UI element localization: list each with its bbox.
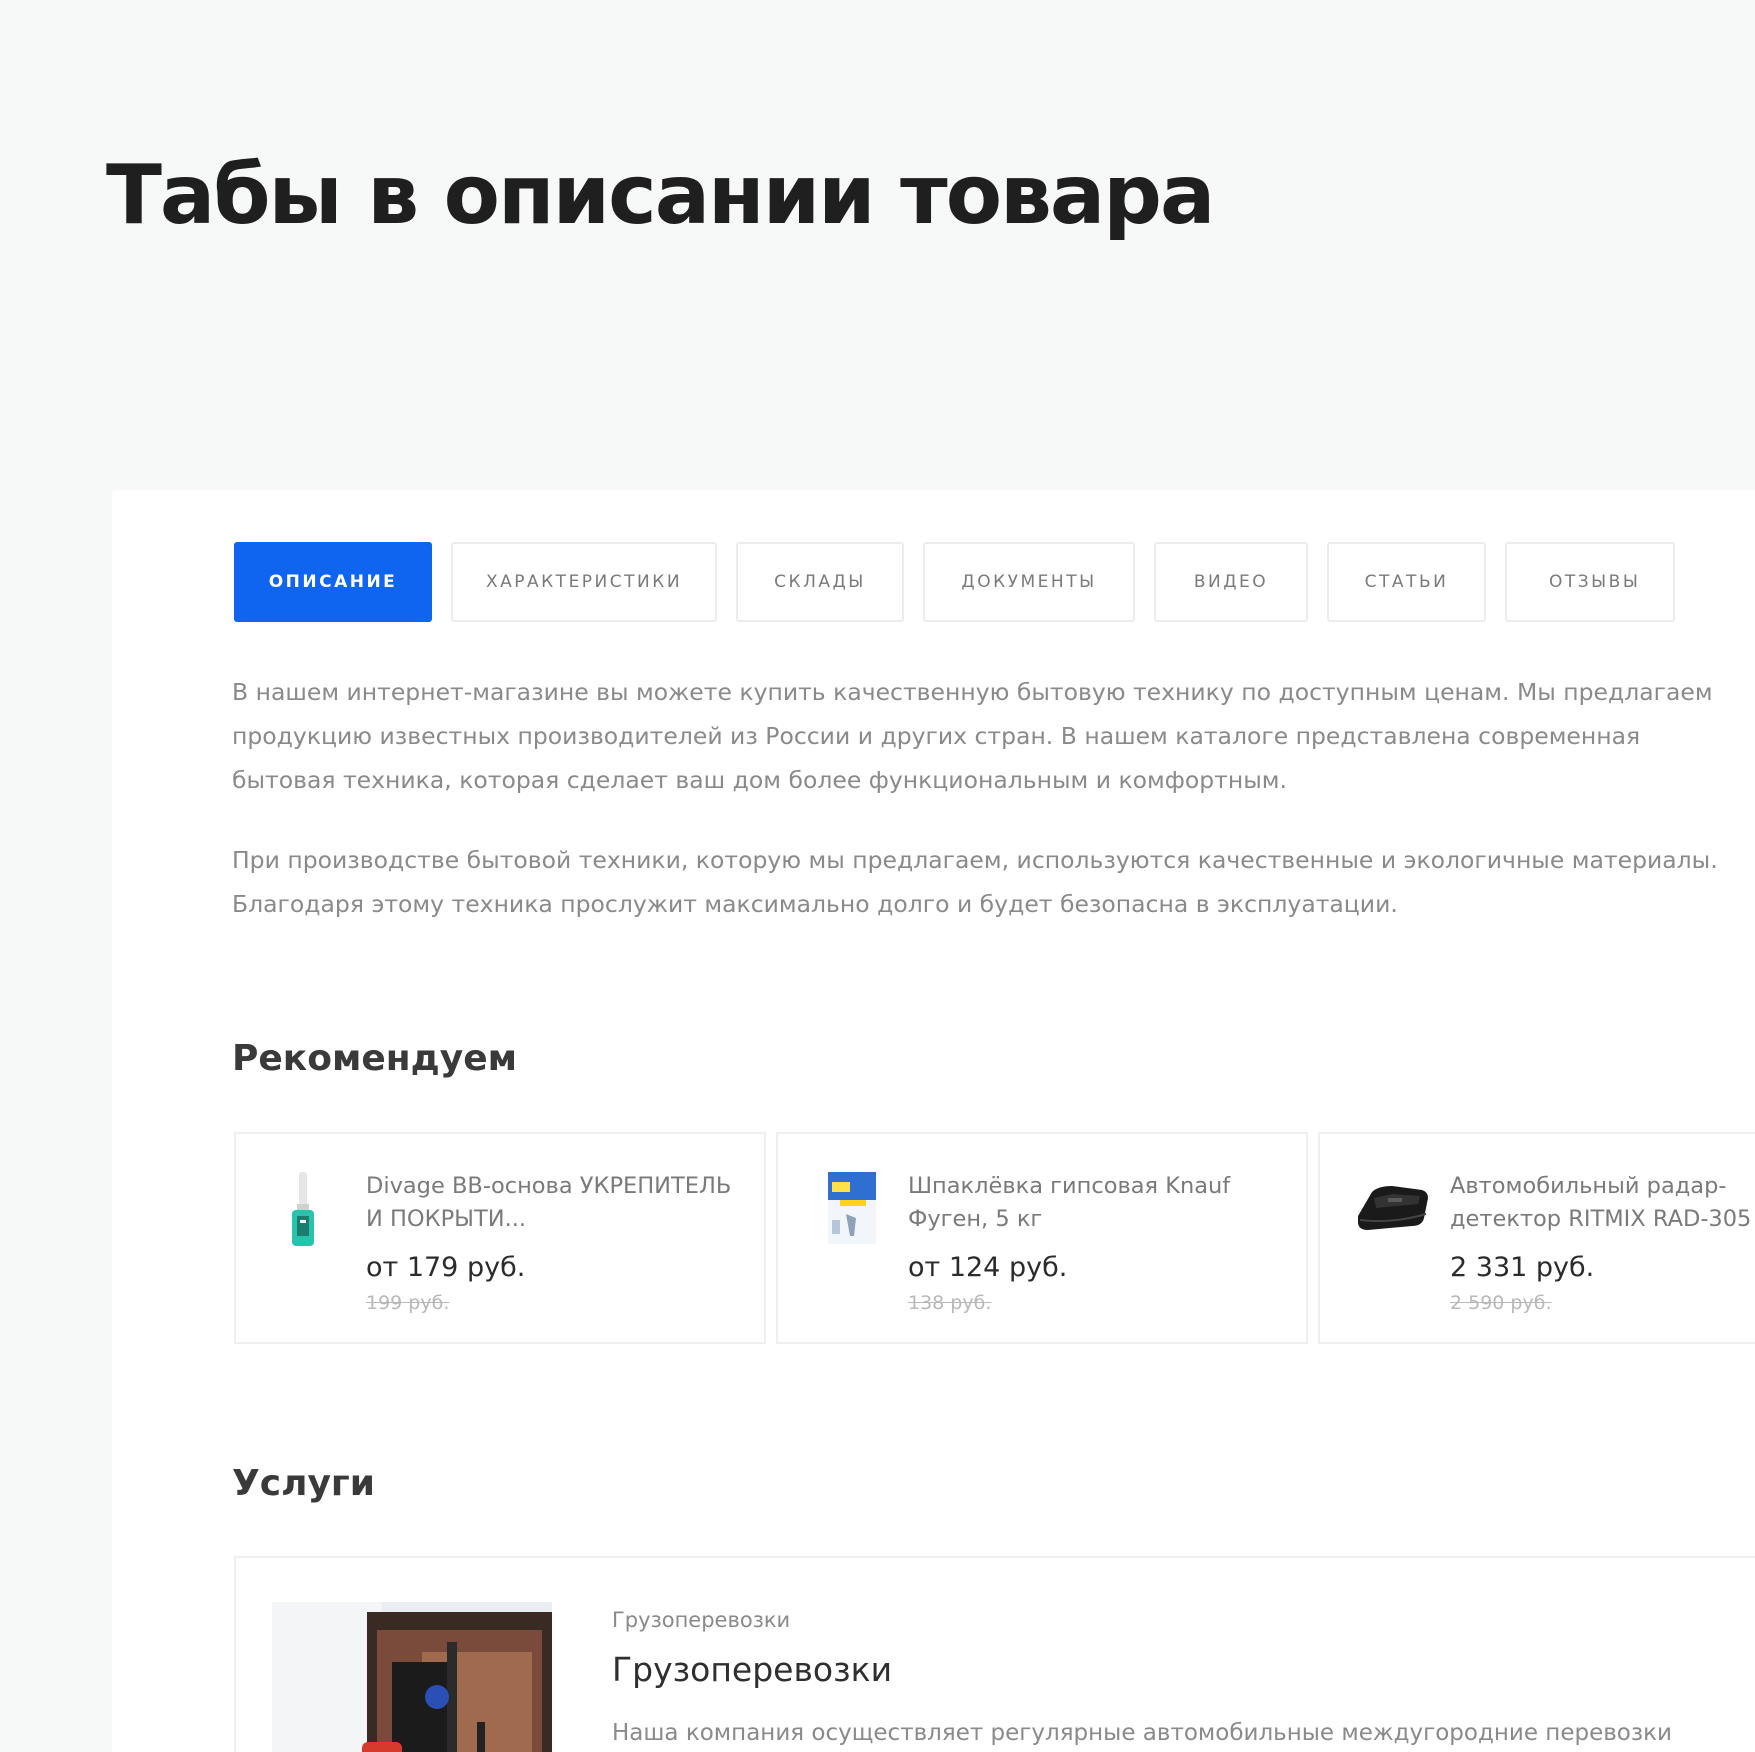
product-price: от 179 руб. xyxy=(366,1252,526,1283)
description-line: В нашем интернет-магазине вы можете купи… xyxy=(232,678,1713,706)
product-tabs-card: Описание Характеристики Склады Документы… xyxy=(112,490,1755,1752)
service-text: Наша компания осуществляет регулярные ав… xyxy=(612,1720,1672,1746)
tab-characteristics[interactable]: Характеристики xyxy=(451,542,717,622)
tab-description[interactable]: Описание xyxy=(234,542,432,622)
page-title: Табы в описании товара xyxy=(106,148,1215,243)
recommended-products: Divage BB-основа УКРЕПИТЕЛЬ И ПОКРЫТИ...… xyxy=(234,1132,1755,1344)
tab-articles[interactable]: Статьи xyxy=(1327,542,1486,622)
services-title: Услуги xyxy=(232,1463,375,1504)
service-category: Грузоперевозки xyxy=(612,1608,791,1632)
description-line: продукцию известных производителей из Ро… xyxy=(232,722,1641,750)
product-name[interactable]: Шпаклёвка гипсовая Knauf Фуген, 5 кг xyxy=(908,1170,1288,1236)
forklift-truck-icon[interactable] xyxy=(272,1602,552,1752)
product-card[interactable]: Divage BB-основа УКРЕПИТЕЛЬ И ПОКРЫТИ...… xyxy=(234,1132,766,1344)
product-old-price: 2 590 руб. xyxy=(1450,1292,1552,1314)
description-paragraph: В нашем интернет-магазине вы можете купи… xyxy=(232,670,1755,802)
product-name[interactable]: Divage BB-основа УКРЕПИТЕЛЬ И ПОКРЫТИ... xyxy=(366,1170,746,1236)
tab-documents[interactable]: Документы xyxy=(923,542,1135,622)
product-card[interactable]: Автомобильный радар-детектор RITMIX RAD-… xyxy=(1318,1132,1755,1344)
product-old-price: 199 руб. xyxy=(366,1292,450,1314)
service-name[interactable]: Грузоперевозки xyxy=(612,1650,892,1689)
service-card[interactable]: Грузоперевозки Грузоперевозки Наша компа… xyxy=(234,1556,1755,1752)
product-old-price: 138 руб. xyxy=(908,1292,992,1314)
radar-detector-icon[interactable] xyxy=(1352,1170,1428,1250)
tab-reviews[interactable]: Отзывы xyxy=(1505,542,1675,622)
description-line: Благодаря этому техника прослужит максим… xyxy=(232,890,1398,918)
putty-bag-icon[interactable] xyxy=(810,1170,880,1250)
tabs-bar: Описание Характеристики Склады Документы… xyxy=(234,542,1675,622)
product-price: от 124 руб. xyxy=(908,1252,1068,1283)
description-line: бытовая техника, которая сделает ваш дом… xyxy=(232,766,1287,794)
tab-warehouses[interactable]: Склады xyxy=(736,542,904,622)
tab-video[interactable]: Видео xyxy=(1154,542,1308,622)
recommended-title: Рекомендуем xyxy=(232,1038,518,1079)
description-line: При производстве бытовой техники, котору… xyxy=(232,846,1718,874)
description-text: В нашем интернет-магазине вы можете купи… xyxy=(232,670,1755,926)
product-card[interactable]: Шпаклёвка гипсовая Knauf Фуген, 5 кг от … xyxy=(776,1132,1308,1344)
nail-polish-icon[interactable] xyxy=(268,1170,338,1250)
product-name[interactable]: Автомобильный радар-детектор RITMIX RAD-… xyxy=(1450,1170,1755,1236)
description-paragraph: При производстве бытовой техники, котору… xyxy=(232,838,1755,926)
product-price: 2 331 руб. xyxy=(1450,1252,1595,1283)
